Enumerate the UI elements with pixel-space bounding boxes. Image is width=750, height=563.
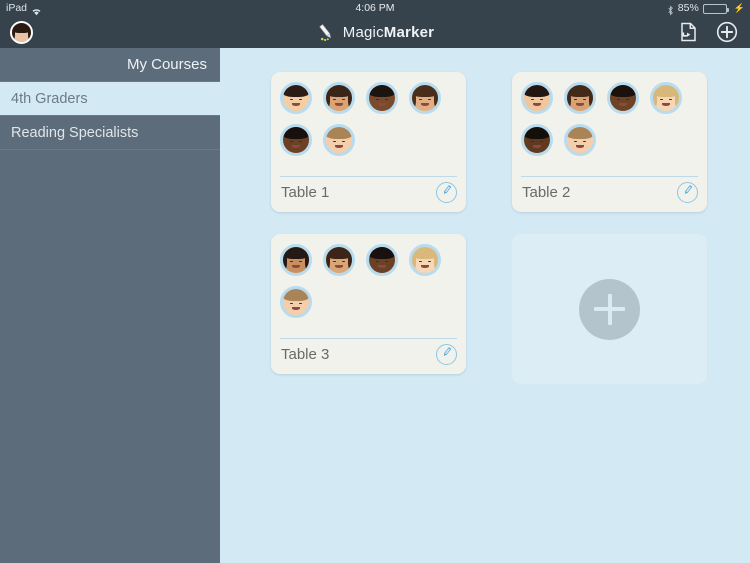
add-table-card[interactable] (512, 234, 707, 384)
tables-grid: Table 1 Table 2 Table 3 (271, 72, 707, 384)
student-avatar[interactable] (280, 124, 312, 156)
app-title: MagicMarker (0, 16, 750, 48)
avatar-face (326, 85, 352, 111)
student-avatar-list (280, 82, 458, 156)
avatar-face (283, 85, 309, 111)
add-circle-icon[interactable] (716, 21, 738, 43)
student-avatar[interactable] (521, 82, 553, 114)
table-label: Table 1 (281, 184, 330, 201)
sidebar-header: My Courses (126, 56, 207, 73)
avatar-face (283, 127, 309, 153)
avatar-face (524, 127, 550, 153)
edit-table-button[interactable] (677, 182, 698, 203)
navigation-bar: MagicMarker (0, 16, 750, 48)
tables-content-area: Table 1 Table 2 Table 3 (220, 48, 750, 563)
student-avatar[interactable] (607, 82, 639, 114)
status-bar-time: 4:06 PM (355, 2, 395, 14)
student-avatar[interactable] (323, 82, 355, 114)
avatar-face (610, 85, 636, 111)
bluetooth-icon (667, 4, 674, 16)
student-avatar[interactable] (280, 286, 312, 318)
student-avatar[interactable] (409, 82, 441, 114)
sidebar-item-label: 4th Graders (11, 90, 88, 107)
student-avatar[interactable] (323, 124, 355, 156)
student-avatar[interactable] (564, 124, 596, 156)
app-title-bold: Marker (383, 23, 435, 41)
sidebar-divider (0, 149, 220, 150)
student-avatar[interactable] (366, 244, 398, 276)
navbar-actions (677, 16, 738, 48)
battery-icon (702, 4, 729, 14)
status-bar-right: 85% ⚡ (667, 0, 745, 16)
magicmarker-app: iPad 4:06 PM 85% ⚡ MagicMarker My Course… (0, 0, 750, 563)
status-bar: iPad 4:06 PM 85% ⚡ (0, 0, 750, 16)
sidebar-item-label: Reading Specialists (11, 124, 139, 141)
student-avatar-list (280, 244, 458, 318)
app-title-text: MagicMarker (343, 24, 434, 41)
plus-icon (579, 278, 640, 340)
export-document-icon[interactable] (677, 21, 699, 43)
sidebar-item-reading-specialists[interactable]: Reading Specialists (0, 116, 220, 149)
avatar-face (524, 85, 550, 111)
student-avatar[interactable] (280, 244, 312, 276)
battery-percent: 85% (677, 2, 699, 14)
student-avatar-list (521, 82, 699, 156)
student-avatar[interactable] (366, 82, 398, 114)
avatar-face (653, 85, 679, 111)
table-label: Table 3 (281, 346, 330, 363)
avatar-face (326, 127, 352, 153)
avatar-face (326, 247, 352, 273)
edit-table-button[interactable] (436, 344, 457, 365)
avatar-face (412, 247, 438, 273)
avatar-face (412, 85, 438, 111)
table-card[interactable]: Table 3 (271, 234, 466, 374)
marker-pen-icon (316, 22, 336, 42)
avatar-face (369, 247, 395, 273)
app-title-light: Magic (342, 23, 384, 41)
avatar-face (283, 247, 309, 273)
avatar-face (283, 289, 309, 315)
card-divider (521, 176, 698, 177)
sidebar-item-4th-graders[interactable]: 4th Graders (0, 82, 220, 115)
card-divider (280, 338, 457, 339)
pencil-icon (439, 183, 454, 203)
avatar-face (567, 85, 593, 111)
student-avatar[interactable] (280, 82, 312, 114)
edit-table-button[interactable] (436, 182, 457, 203)
card-divider (280, 176, 457, 177)
table-card[interactable]: Table 1 (271, 72, 466, 212)
sidebar: My Courses 4th Graders Reading Specialis… (0, 48, 220, 563)
avatar-face (567, 127, 593, 153)
student-avatar[interactable] (409, 244, 441, 276)
table-label: Table 2 (522, 184, 571, 201)
student-avatar[interactable] (564, 82, 596, 114)
student-avatar[interactable] (323, 244, 355, 276)
charging-icon: ⚡ (733, 3, 745, 13)
student-avatar[interactable] (521, 124, 553, 156)
avatar-face (369, 85, 395, 111)
pencil-icon (439, 345, 454, 365)
pencil-icon (680, 183, 695, 203)
student-avatar[interactable] (650, 82, 682, 114)
table-card[interactable]: Table 2 (512, 72, 707, 212)
